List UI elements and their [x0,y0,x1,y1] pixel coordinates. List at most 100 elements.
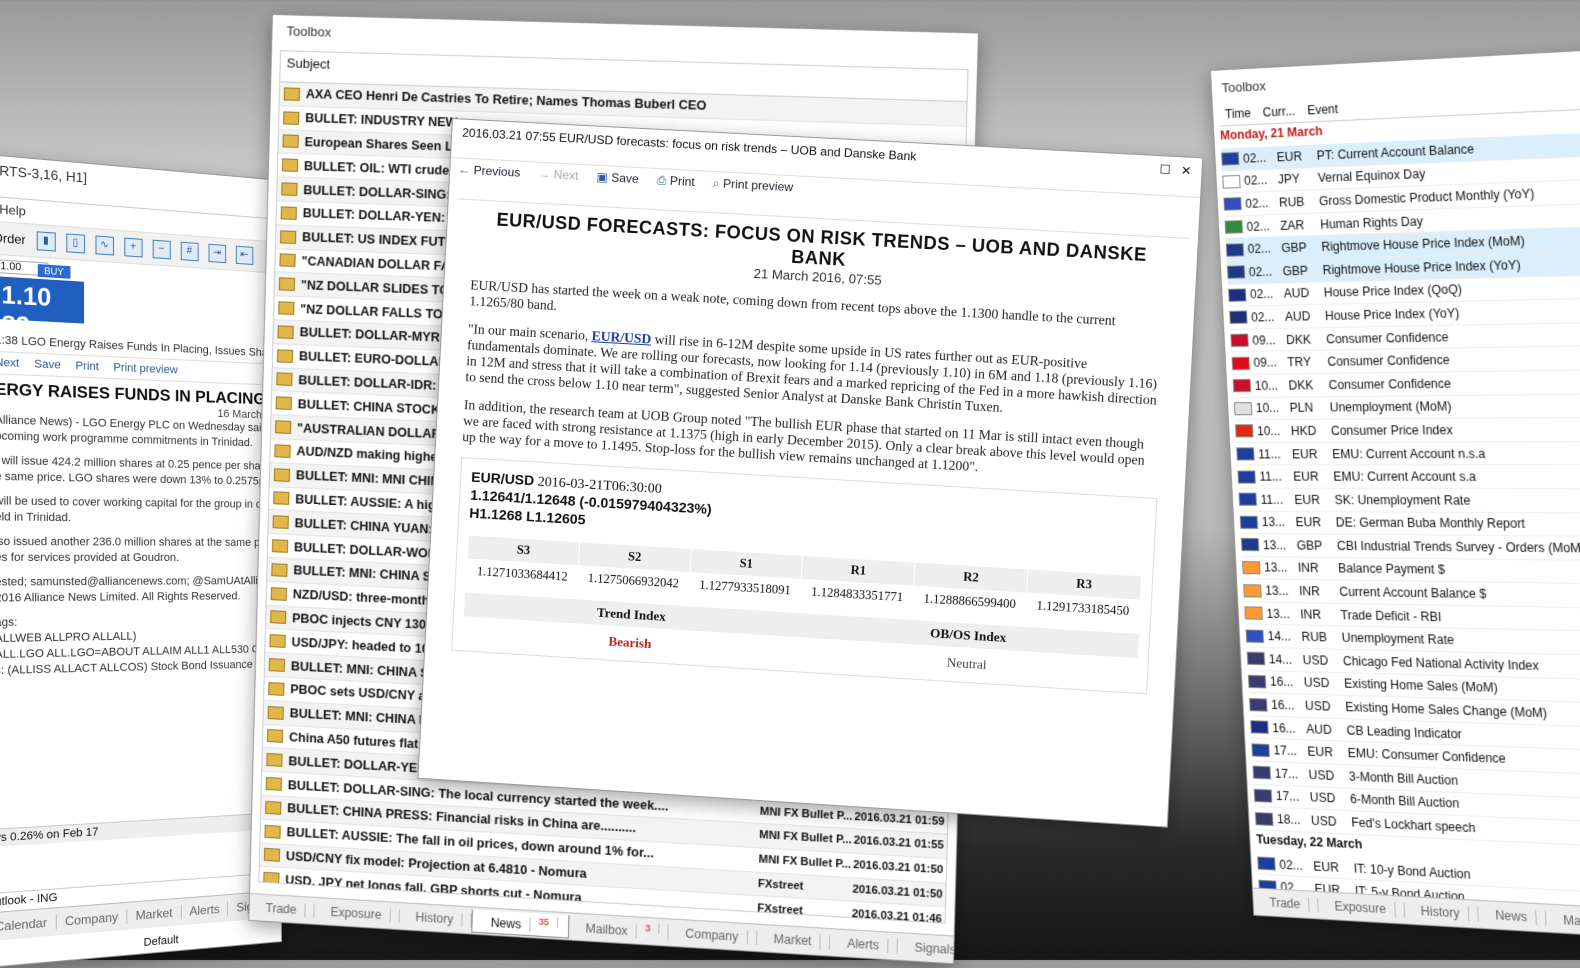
bar-chart-icon[interactable]: ▮ [36,231,55,251]
save-icon: ▣ [596,170,608,185]
maximize-icon[interactable]: ☐ [1159,162,1171,177]
candle-chart-icon[interactable]: ▯ [66,233,85,253]
country-flag-icon [1242,561,1260,574]
news-time: 2016.03.21 01:46 [852,908,945,924]
col-event[interactable]: Event [1301,100,1345,122]
event-currency: USD [1302,653,1343,668]
envelope-icon [266,777,282,791]
calendar-event-row[interactable]: 11... EUR SK: Unemployment Rate [1238,489,1580,514]
magnifier-icon: ⌕ [713,176,721,190]
tab-market[interactable]: Market [127,905,181,924]
event-currency: USD [1308,768,1349,784]
next-button[interactable]: Next [0,356,19,370]
print-preview-button[interactable]: ⌕ Print preview [712,176,794,206]
event-currency: EUR [1313,859,1354,875]
envelope-icon [282,135,298,149]
grid-icon[interactable]: # [180,242,198,262]
event-time: 09... [1252,333,1286,348]
save-button[interactable]: Save [34,358,61,372]
col-currency[interactable]: Curr... [1256,102,1301,124]
envelope-icon [281,206,297,220]
quote-symbol: EUR/USD [471,469,535,489]
country-flag-icon [1244,607,1262,620]
event-time: 11... [1260,492,1295,506]
zoom-out-icon[interactable]: − [152,240,170,260]
zoom-in-icon[interactable]: + [124,238,142,258]
print-preview-button[interactable]: Print preview [113,361,177,376]
tab-alerts[interactable]: Alerts [830,935,898,953]
event-name: Consumer Confidence [1328,376,1451,392]
event-name: Consumer Price Index [1331,423,1453,438]
tab-alerts[interactable]: Alerts [182,901,229,919]
country-flag-icon [1251,743,1269,757]
close-icon[interactable]: ✕ [1181,163,1192,178]
tab-company[interactable]: Company [669,925,757,945]
calendar-event-row[interactable]: 11... EUR EMU: Current Account n.s.a [1236,442,1580,466]
buy-label[interactable]: BUY [38,264,70,279]
next-button[interactable]: → Next [537,167,578,195]
col-time[interactable]: Time [1219,104,1258,126]
tab-news[interactable]: News 35 [471,909,569,938]
event-time: 02... [1251,310,1285,325]
calendar-event-row[interactable]: 10... HKD Consumer Price Index [1235,418,1580,443]
event-currency: USD [1309,791,1350,807]
autoscroll-icon[interactable]: ⇥ [208,244,226,264]
order-button[interactable]: Order [0,230,26,247]
event-name: Unemployment (MoM) [1329,399,1451,414]
tab-signals[interactable]: Signals [898,939,975,958]
tab-calendar[interactable]: Calendar [0,915,57,935]
envelope-icon [264,848,280,862]
event-name: 3-Month Bill Auction [1349,769,1459,788]
mail-count-badge: 3 [637,922,660,934]
event-name: EMU: Consumer Confidence [1347,746,1506,766]
buy-button[interactable]: 1.10 89 [0,276,84,323]
envelope-icon [270,611,286,625]
tab-exposure[interactable]: Exposure [314,904,399,923]
tab-exposure[interactable]: Exposure [1318,898,1405,917]
tab-news[interactable]: News [1478,907,1546,925]
paragraph-line: 2016 Alliance News Limited. All Rights R… [0,589,273,607]
shift-icon[interactable]: ⇤ [236,246,253,265]
envelope-icon [271,587,287,601]
envelope-icon [266,753,282,767]
event-currency: EUR [1295,515,1336,529]
country-flag-icon [1226,243,1244,257]
line-chart-icon[interactable]: ∿ [95,235,114,255]
tab-mailbox[interactable]: Mailbox3 [1546,910,1580,933]
event-time: 14... [1268,652,1303,667]
print-button[interactable]: Print [75,360,99,374]
event-time: 02... [1250,287,1284,302]
calendar-event-row[interactable]: 10... DKK Consumer Confidence [1233,370,1580,398]
calendar-event-row[interactable]: 11... EUR EMU: Current Account s.a [1237,465,1580,489]
tab-history[interactable]: History [1404,903,1479,922]
event-currency: EUR [1294,492,1335,506]
event-name: Gross Domestic Product Monthly (YoY) [1319,186,1535,208]
event-name: Fed's Lockhart speech [1351,815,1476,835]
envelope-icon [264,824,280,838]
tab-trade[interactable]: Trade [1253,895,1318,913]
previous-button[interactable]: ← Previous [457,162,520,191]
envelope-icon [265,801,281,815]
envelope-icon [282,159,298,173]
tab-mailbox[interactable]: Mailbox3 [569,918,669,940]
event-time: 16... [1270,675,1305,690]
news-category: FXstreet [757,902,852,920]
envelope-icon [268,706,284,720]
tab-market[interactable]: Market [757,931,831,950]
tab-company[interactable]: Company [57,909,128,929]
save-button[interactable]: ▣ Save [596,170,640,198]
news-time [872,135,965,138]
calendar-event-row[interactable]: 13... EUR DE: German Buba Monthly Report [1240,511,1580,537]
event-time: 17... [1274,766,1309,782]
print-button[interactable]: ⎙ Print [656,173,695,201]
event-name: Human Rights Day [1320,214,1423,232]
tab-history[interactable]: History [399,909,471,927]
country-flag-icon [1227,266,1245,280]
event-currency: USD [1305,699,1346,714]
tab-trade[interactable]: Trade [249,900,314,918]
tab-code-base[interactable]: Code Base [975,944,979,964]
event-name: 6-Month Bill Auction [1350,792,1460,811]
country-flag-icon [1225,220,1243,234]
calendar-event-row[interactable]: 10... PLN Unemployment (MoM) [1234,394,1580,420]
envelope-icon [284,87,300,100]
